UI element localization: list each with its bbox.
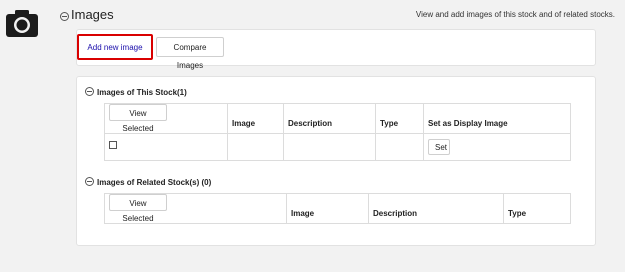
page-title: Images (71, 7, 114, 22)
image-actions-panel: Add new image Compare Images (76, 29, 596, 70)
view-selected-button[interactable]: View Selected (109, 194, 167, 223)
table-row: Set (104, 133, 571, 161)
column-header-type: Type (375, 103, 424, 134)
table-header-row: View Selected Image Description Type (104, 193, 571, 224)
table-header-row: View Selected Image Description Type Set… (104, 103, 571, 134)
section-description: View and add images of this stock and of… (415, 10, 615, 19)
row-select-checkbox[interactable] (109, 141, 117, 149)
images-section-header: Images View and add images of this stock… (60, 7, 615, 25)
camera-icon (6, 10, 38, 37)
this-stock-images-table: View Selected Image Description Type Set… (104, 103, 571, 161)
related-stocks-images-table: View Selected Image Description Type (104, 193, 571, 224)
set-display-cell: Set (423, 133, 571, 161)
column-header-image: Image (286, 193, 369, 224)
related-stocks-images-header: Images of Related Stock(s) (0) (85, 176, 211, 187)
image-cell (227, 133, 284, 161)
this-stock-images-header: Images of This Stock(1) (85, 86, 187, 97)
table-header-cell: View Selected (104, 193, 287, 224)
collapse-icon[interactable] (85, 177, 94, 186)
related-stocks-images-title: Images of Related Stock(s) (0) (97, 178, 212, 187)
images-panel: Images of This Stock(1) View Selected Im… (76, 76, 596, 246)
view-selected-button[interactable]: View Selected (109, 104, 167, 133)
type-cell (375, 133, 424, 161)
column-header-description: Description (368, 193, 504, 224)
description-cell (283, 133, 376, 161)
column-header-description: Description (283, 103, 376, 134)
collapse-icon[interactable] (60, 12, 69, 21)
select-cell (104, 133, 228, 161)
compare-images-button[interactable]: Compare Images (156, 37, 224, 70)
column-header-image: Image (227, 103, 284, 134)
column-header-type: Type (503, 193, 571, 224)
this-stock-images-title: Images of This Stock(1) (97, 88, 187, 97)
set-display-image-button[interactable]: Set (428, 139, 450, 155)
add-new-image-button[interactable]: Add new image (77, 34, 153, 60)
table-header-cell: View Selected (104, 103, 228, 134)
column-header-set-display: Set as Display Image (423, 103, 571, 134)
collapse-icon[interactable] (85, 87, 94, 96)
